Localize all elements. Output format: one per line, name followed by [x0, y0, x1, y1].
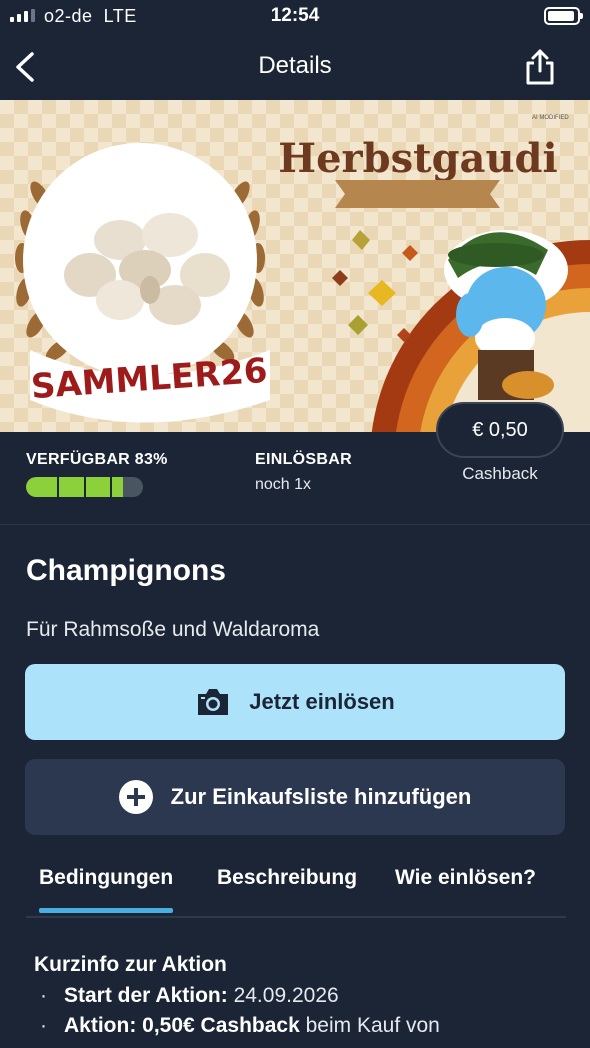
tab-how-to-redeem[interactable]: Wie einlösen? [395, 866, 536, 890]
ai-modified-label: AI MODIFIED [532, 115, 569, 121]
tab-description[interactable]: Beschreibung [217, 866, 357, 890]
cashback-label: Cashback [462, 464, 538, 483]
status-bar: o2-de LTE 12:54 [0, 0, 590, 34]
available-label: VERFÜGBAR 83% [26, 451, 168, 468]
tab-bar: Bedingungen Beschreibung Wie einlösen? [26, 866, 566, 918]
price-badge: € 0,50 [436, 402, 564, 458]
redeemable-label: EINLÖSBAR [255, 451, 352, 468]
progress-segment [57, 477, 59, 497]
nav-bar: Details [0, 34, 590, 100]
add-to-list-label: Zur Einkaufsliste hinzufügen [170, 784, 472, 809]
redeem-button[interactable]: Jetzt einlösen [25, 664, 565, 740]
redeemable-value: noch 1x [255, 476, 312, 493]
add-to-list-button[interactable]: Zur Einkaufsliste hinzufügen [25, 759, 565, 835]
clock: 12:54 [270, 5, 320, 26]
autumn-leaves-icon [332, 230, 418, 342]
hero-illustration: Herbstgaudi SAMMLER26 [15, 135, 590, 432]
plus-circle-icon [118, 780, 153, 814]
hero-headline: Herbstgaudi [278, 135, 557, 182]
list-item: · Start der Aktion: 24.09.2026 [40, 984, 339, 1007]
share-button[interactable] [524, 48, 556, 86]
conditions-heading: Kurzinfo zur Aktion [34, 953, 227, 976]
product-title: Champignons [26, 554, 226, 587]
divider [0, 524, 590, 525]
share-icon [526, 49, 554, 85]
battery-icon [544, 7, 583, 25]
hero-banner: Herbstgaudi SAMMLER26 AI MODIFIED [0, 100, 590, 432]
list-item: · Aktion: 0,50€ Cashback beim Kauf von [40, 1014, 440, 1037]
product-subtitle: Für Rahmsoße und Waldaroma [26, 618, 320, 641]
camera-icon [198, 689, 229, 715]
redeem-button-label: Jetzt einlösen [249, 689, 395, 714]
tab-conditions[interactable]: Bedingungen [39, 866, 174, 913]
progress-segment [84, 477, 86, 497]
page-title: Details [258, 52, 332, 79]
progress-segment [110, 477, 112, 497]
progress-fill [26, 477, 124, 497]
availability-progress [26, 477, 143, 497]
